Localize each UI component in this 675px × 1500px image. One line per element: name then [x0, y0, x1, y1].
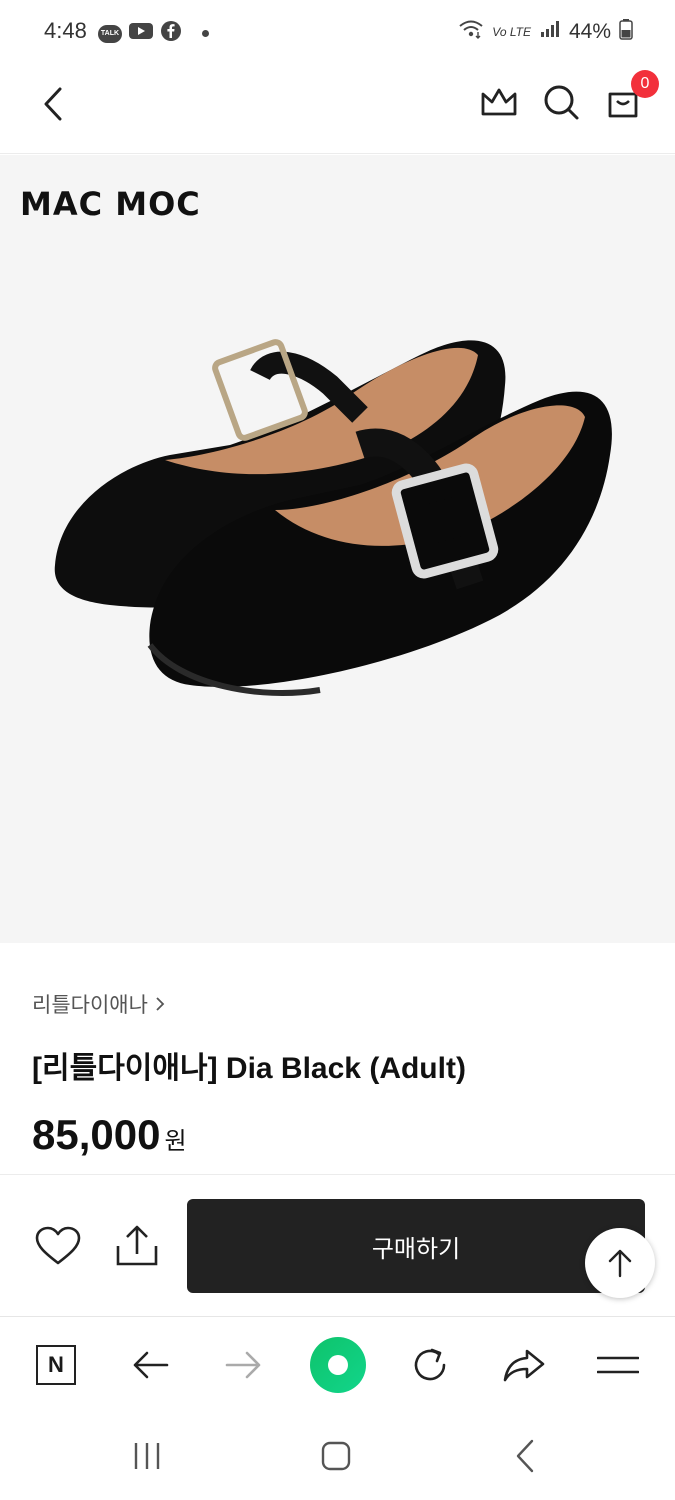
store-icon: [481, 88, 517, 116]
cart-count-badge: 0: [631, 70, 659, 98]
arrow-left-icon: [133, 1351, 169, 1379]
status-time: 4:48: [44, 18, 87, 43]
shoes-illustration: [54, 339, 612, 696]
share-icon: [116, 1225, 158, 1266]
back-button[interactable]: [30, 80, 78, 128]
notification-dot-icon: [202, 30, 209, 37]
brand-breadcrumb[interactable]: 리틀다이애나: [32, 989, 166, 1019]
app-bar: 0: [0, 62, 675, 154]
youtube-icon: [128, 21, 154, 46]
browser-toolbar: N: [0, 1316, 675, 1412]
share-button[interactable]: [112, 1222, 162, 1270]
chevron-right-icon: [156, 997, 165, 1011]
home-icon: [321, 1441, 351, 1471]
recent-apps-button[interactable]: [122, 1434, 172, 1478]
hamburger-menu-icon: [597, 1356, 639, 1374]
system-navigation: [0, 1412, 675, 1500]
price-row: 85,000 원: [32, 1111, 187, 1159]
product-title: [리틀다이애나] Dia Black (Adult): [32, 1052, 466, 1085]
menu-button[interactable]: [588, 1335, 648, 1395]
naver-n-icon: N: [36, 1345, 76, 1385]
signal-icon: [539, 19, 561, 45]
wifi-icon: [458, 18, 484, 46]
wishlist-button[interactable]: [34, 1224, 82, 1268]
battery-percent: 44%: [568, 20, 611, 43]
heart-icon: [35, 1226, 81, 1265]
product-info: 리틀다이애나 [리틀다이애나] Dia Black (Adult) 85,000…: [0, 943, 675, 1175]
kakaotalk-icon: TALK: [98, 24, 122, 43]
battery-icon: [619, 18, 633, 46]
product-price: 85,000: [32, 1111, 161, 1158]
scroll-top-button[interactable]: [585, 1228, 655, 1298]
status-indicators: Vo LTE 44%: [458, 18, 633, 46]
search-button[interactable]: [539, 80, 583, 124]
home-button[interactable]: [311, 1434, 361, 1478]
browser-back-button[interactable]: [120, 1335, 180, 1395]
breadcrumb-label: 리틀다이애나: [32, 994, 148, 1017]
forward-share-icon: [503, 1349, 545, 1382]
browser-share-button[interactable]: [494, 1335, 554, 1395]
refresh-button[interactable]: [400, 1335, 460, 1395]
browser-forward-button[interactable]: [214, 1335, 274, 1395]
facebook-icon: [160, 20, 182, 47]
status-bar: 4:48 TALK Vo LTE 44%: [0, 0, 675, 62]
arrow-up-icon: [608, 1249, 632, 1278]
volte-label: Vo LTE: [492, 25, 531, 39]
green-dot-icon: [310, 1337, 366, 1393]
refresh-icon: [414, 1348, 446, 1381]
status-app-icons: TALK: [98, 20, 209, 47]
chevron-left-icon: [44, 87, 62, 121]
store-button[interactable]: [477, 80, 521, 124]
product-image[interactable]: MAC MOC: [0, 155, 675, 943]
purchase-bar: 구매하기: [0, 1176, 675, 1316]
naver-home-button[interactable]: N: [26, 1335, 86, 1395]
naver-green-dot-button[interactable]: [308, 1335, 368, 1395]
buy-button[interactable]: 구매하기: [187, 1199, 645, 1293]
recent-apps-icon: [134, 1443, 160, 1469]
header-actions: 0: [477, 70, 659, 124]
search-icon: [544, 85, 579, 120]
system-back-button[interactable]: [500, 1434, 550, 1478]
currency-label: 원: [164, 1128, 187, 1155]
system-back-icon: [516, 1439, 534, 1473]
arrow-right-icon: [225, 1351, 261, 1379]
cart-button[interactable]: 0: [601, 70, 659, 124]
